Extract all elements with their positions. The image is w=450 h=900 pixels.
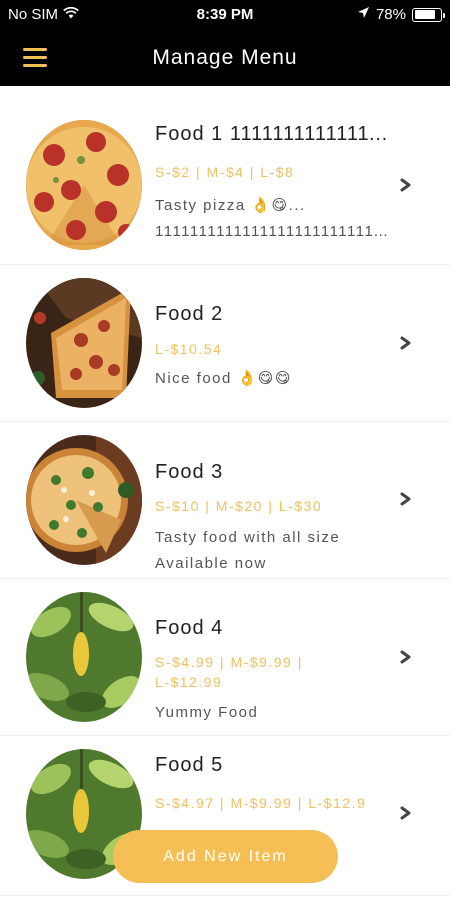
battery-icon xyxy=(412,7,445,22)
chevron-right-icon[interactable] xyxy=(399,178,413,192)
food-image xyxy=(26,120,142,250)
battery-fill xyxy=(414,10,435,19)
menu-item-row[interactable]: Food 1 11111111111111111111 S-$2 | M-$4 … xyxy=(0,86,450,265)
food-name: Food 2 xyxy=(155,303,224,325)
food-description: Tasty food with all size Available now xyxy=(155,525,395,577)
food-name: Food 1 11111111111111111111 xyxy=(155,123,395,145)
food-image xyxy=(26,435,142,565)
menu-list[interactable]: Food 1 11111111111111111111 S-$2 | M-$4 … xyxy=(0,86,450,900)
chevron-right-icon[interactable] xyxy=(399,806,413,820)
food-name: Food 4 xyxy=(155,617,224,639)
nav-bar: Manage Menu xyxy=(0,30,450,86)
food-name: Food 5 xyxy=(155,754,224,776)
food-description: Nice food 👌😋😋 xyxy=(155,366,395,392)
description-line: Available now xyxy=(155,555,267,572)
description-line: Yummy Food xyxy=(155,704,259,721)
battery-percent: 78% xyxy=(375,6,406,23)
food-price: S-$10 | M-$20 | L-$30 xyxy=(155,498,323,514)
description-line: Nice food 👌😋😋 xyxy=(155,370,292,387)
food-price: L-$10.54 xyxy=(155,341,223,357)
menu-item-row[interactable]: Food 2 L-$10.54 Nice food 👌😋😋 xyxy=(0,265,450,422)
menu-item-row[interactable]: Food 4 S-$4.99 | M-$9.99 | L-$12.99 Yumm… xyxy=(0,579,450,736)
food-image xyxy=(26,278,142,408)
chevron-right-icon[interactable] xyxy=(399,336,413,350)
page-title: Manage Menu xyxy=(152,46,298,69)
food-price: S-$4.97 | M-$9.99 | L-$12.9 xyxy=(155,795,367,811)
chevron-right-icon[interactable] xyxy=(399,492,413,506)
menu-item-row[interactable]: Food 3 S-$10 | M-$20 | L-$30 Tasty food … xyxy=(0,422,450,579)
location-arrow-icon xyxy=(357,6,370,23)
food-name: Food 3 xyxy=(155,461,224,483)
food-price: S-$2 | M-$4 | L-$8 xyxy=(155,164,295,180)
description-line: Tasty food with all size xyxy=(155,529,341,546)
status-bar: No SIM 8:39 PM 78% xyxy=(0,0,450,30)
chevron-right-icon[interactable] xyxy=(399,650,413,664)
description-line: Tasty pizza 👌😋... xyxy=(155,197,306,214)
food-description: Tasty pizza 👌😋... 1111111111111111111111… xyxy=(155,193,395,245)
description-line: 11111111111111111111111111111111 xyxy=(155,223,395,240)
food-price: S-$4.99 | M-$9.99 | L-$12.99 xyxy=(155,654,303,690)
food-image xyxy=(26,592,142,722)
food-description: Yummy Food xyxy=(155,700,395,726)
add-new-item-button[interactable]: Add New Item xyxy=(113,830,338,883)
status-right: 78% xyxy=(357,6,445,23)
